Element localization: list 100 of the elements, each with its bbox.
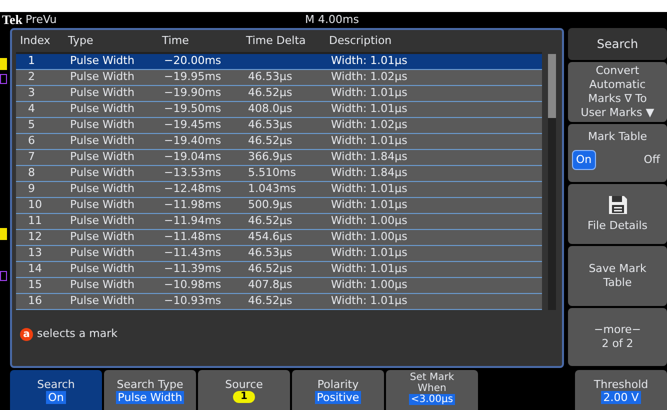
- table-cell-text: 4: [27, 101, 36, 118]
- table-cell-text: 46.52μs: [248, 133, 294, 150]
- table-row[interactable]: 9 Pulse Width −12.48ms 1.043ms Width: 1.01μs: [16, 182, 542, 198]
- table-cell-text: Pulse Width: [70, 101, 136, 118]
- table-cell-text: Pulse Width: [70, 277, 136, 294]
- table-cell-text: 46.52μs: [248, 293, 294, 310]
- table-cell-text: Pulse Width: [70, 197, 136, 214]
- table-row[interactable]: 5 Pulse Width −19.45ms 46.53μs Width: 1.02μs: [16, 118, 542, 134]
- table-cell-text: −12.48ms: [164, 181, 222, 198]
- table-cell-text: 1: [27, 53, 36, 70]
- table-cell-text: Pulse Width: [70, 213, 136, 230]
- table-cell-text: 3: [27, 85, 36, 102]
- table-cell-text: Width: 1.01μs: [331, 197, 408, 214]
- table-cell-text: 2: [27, 69, 36, 86]
- menu-button[interactable]: Set Mark When <3.00μs: [386, 370, 478, 410]
- table-cell-text: Pulse Width: [70, 293, 136, 310]
- table-row[interactable]: 15 Pulse Width −10.98ms 407.8μs Width: 1.00μs: [16, 278, 542, 294]
- table-cell-text: −19.04ms: [164, 149, 222, 166]
- table-cell-text: Width: 1.00μs: [331, 277, 408, 294]
- table-row[interactable]: 7 Pulse Width −19.04ms 366.9μs Width: 1.84μs: [16, 150, 542, 166]
- menu-button[interactable]: Threshold 2.00 V: [575, 370, 667, 410]
- table-cell-text: 46.53μs: [248, 69, 294, 86]
- table-row[interactable]: 1 Pulse Width −20.00ms Width: 1.01μs: [16, 54, 542, 70]
- table-cell-text: Width: 1.01μs: [331, 133, 408, 150]
- table-cell-text: 408.0μs: [248, 101, 294, 118]
- table-cell-text: 454.6μs: [248, 229, 294, 246]
- table-cell-text: Pulse Width: [70, 181, 136, 198]
- file-details-button[interactable]: File Details: [568, 184, 667, 244]
- table-cell-text: 5.510ms: [248, 165, 297, 182]
- table-cell-text: Pulse Width: [70, 261, 136, 278]
- table-cell-text: Width: 1.01μs: [331, 261, 408, 278]
- table-cell-text: Pulse Width: [70, 149, 136, 166]
- table-cell-text: 46.52μs: [248, 213, 294, 230]
- table-cell-text: −11.43ms: [164, 245, 222, 262]
- table-cell-text: Pulse Width: [70, 53, 136, 70]
- table-cell-text: Width: 1.01μs: [331, 293, 408, 310]
- table-cell-text: −11.94ms: [164, 213, 222, 230]
- table-cell-text: −10.93ms: [164, 293, 222, 310]
- table-cell-text: −19.95ms: [164, 69, 222, 86]
- table-cell-text: Width: 1.02μs: [331, 69, 408, 86]
- table-cell-text: Width: 1.84μs: [331, 149, 408, 166]
- column-header: Type: [68, 32, 94, 49]
- table-cell-text: −19.50ms: [164, 101, 222, 118]
- table-row[interactable]: 12 Pulse Width −11.48ms 454.6μs Width: 1.00μs: [16, 230, 542, 246]
- brand-logo: Tek: [2, 11, 22, 30]
- table-cell-text: −20.00ms: [164, 53, 222, 70]
- table-cell-text: Width: 1.02μs: [331, 117, 408, 134]
- table-cell-text: 46.52μs: [248, 261, 294, 278]
- table-row[interactable]: 2 Pulse Width −19.95ms 46.53μs Width: 1.02μs: [16, 70, 542, 86]
- table-cell-text: Width: 1.01μs: [331, 85, 408, 102]
- table-cell-text: 46.53μs: [248, 117, 294, 134]
- table-row[interactable]: 14 Pulse Width −11.39ms 46.52μs Width: 1.01μs: [16, 262, 542, 278]
- table-cell-text: −11.39ms: [164, 261, 222, 278]
- table-row[interactable]: 13 Pulse Width −11.43ms 46.53μs Width: 1.01μs: [16, 246, 542, 262]
- menu-button[interactable]: Source 1: [198, 370, 290, 410]
- table-cell-text: Pulse Width: [70, 69, 136, 86]
- table-cell-text: Pulse Width: [70, 229, 136, 246]
- table-cell-text: Width: 1.01μs: [331, 181, 408, 198]
- toggle-option[interactable]: Off: [640, 150, 663, 170]
- table-row[interactable]: 6 Pulse Width −19.40ms 46.52μs Width: 1.01μs: [16, 134, 542, 150]
- hint-text: selects a mark: [37, 326, 118, 342]
- menu-button[interactable]: Polarity Positive: [292, 370, 384, 410]
- menu-button[interactable]: Search Type Pulse Width: [104, 370, 196, 410]
- more-button[interactable]: −more− 2 of 2: [568, 308, 667, 366]
- table-cell-text: 500.9μs: [248, 197, 294, 214]
- table-row[interactable]: 10 Pulse Width −11.98ms 500.9μs Width: 1.01μs: [16, 198, 542, 214]
- scrollbar[interactable]: [548, 54, 556, 310]
- table-cell-text: −13.53ms: [164, 165, 222, 182]
- table-cell-text: −19.90ms: [164, 85, 222, 102]
- table-cell-text: Width: 1.00μs: [331, 229, 408, 246]
- table-row[interactable]: 11 Pulse Width −11.94ms 46.52μs Width: 1.00μs: [16, 214, 542, 230]
- column-header: Index: [19, 32, 52, 49]
- table-row[interactable]: 16 Pulse Width −10.93ms 46.52μs Width: 1.01μs: [16, 294, 542, 310]
- table-cell-text: 15: [27, 277, 43, 294]
- table-cell-text: 9: [27, 181, 36, 198]
- table-cell-text: 5: [27, 117, 36, 134]
- table-cell-text: Pulse Width: [70, 245, 136, 262]
- table-cell-text: 16: [27, 293, 43, 310]
- menu-button[interactable]: Search On: [10, 370, 102, 410]
- table-cell-text: Pulse Width: [70, 165, 136, 182]
- side-menu-button[interactable]: Convert Automatic Marks ∇ To User Marks ▼: [568, 62, 667, 122]
- table-cell-text: Pulse Width: [70, 117, 136, 134]
- table-cell-text: −19.40ms: [164, 133, 222, 150]
- table-cell-text: 407.8μs: [248, 277, 294, 294]
- column-header: Description: [329, 32, 393, 49]
- table-cell-text: Width: 1.84μs: [331, 165, 408, 182]
- table-row[interactable]: 8 Pulse Width −13.53ms 5.510ms Width: 1.84μs: [16, 166, 542, 182]
- side-menu-button[interactable]: Save Mark Table: [568, 246, 667, 306]
- table-cell-text: −19.45ms: [164, 117, 222, 134]
- table-cell-text: −11.48ms: [164, 229, 222, 246]
- table-cell-text: Pulse Width: [70, 133, 136, 150]
- table-cell-text: Width: 1.01μs: [331, 53, 408, 70]
- table-row[interactable]: 4 Pulse Width −19.50ms 408.0μs Width: 1.01μs: [16, 102, 542, 118]
- table-row[interactable]: 3 Pulse Width −19.90ms 46.52μs Width: 1.01μs: [16, 86, 542, 102]
- column-header: Time: [162, 32, 190, 49]
- table-cell-text: 14: [27, 261, 43, 278]
- table-cell-text: Width: 1.00μs: [331, 213, 408, 230]
- toggle-option[interactable]: On: [572, 150, 596, 170]
- knob-badge: a: [20, 328, 33, 341]
- table-cell-text: 8: [27, 165, 36, 182]
